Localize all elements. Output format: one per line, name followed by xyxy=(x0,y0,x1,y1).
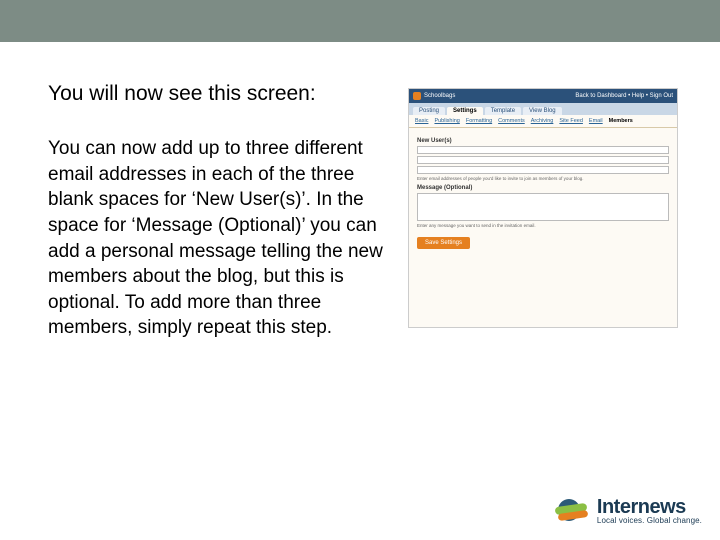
screenshot-form: New User(s) Enter email addresses of peo… xyxy=(409,128,677,255)
subtab-members: Members xyxy=(609,118,633,124)
screenshot-top-links: Back to Dashboard • Help • Sign Out xyxy=(575,93,673,99)
screenshot-brand: Schoolbags xyxy=(424,93,455,99)
tab-settings: Settings xyxy=(447,107,483,115)
input-user-2 xyxy=(417,156,669,164)
internews-mark-icon xyxy=(555,496,591,526)
save-settings-button: Save Settings xyxy=(417,237,470,249)
tab-template: Template xyxy=(485,107,521,115)
tab-posting: Posting xyxy=(413,107,445,115)
hint-new-users: Enter email addresses of people you'd li… xyxy=(417,176,669,181)
footer-logo-text: Internews Local voices. Global change. xyxy=(597,497,702,525)
screenshot-header: Schoolbags Back to Dashboard • Help • Si… xyxy=(409,89,677,103)
label-new-users: New User(s) xyxy=(417,138,669,144)
slide-heading: You will now see this screen: xyxy=(48,82,388,106)
footer-tagline: Local voices. Global change. xyxy=(597,517,702,525)
hint-message: Enter any message you want to send in th… xyxy=(417,223,669,228)
textarea-message xyxy=(417,193,669,221)
subtab-basic: Basic xyxy=(415,118,428,124)
footer-brand-name: Internews xyxy=(597,497,702,517)
screenshot-primary-tabs: Posting Settings Template View Blog xyxy=(409,103,677,115)
header-bar xyxy=(0,0,720,42)
subtab-site-feed: Site Feed xyxy=(559,118,583,124)
screenshot-secondary-tabs: Basic Publishing Formatting Comments Arc… xyxy=(409,115,677,128)
subtab-publishing: Publishing xyxy=(434,118,459,124)
footer-logo: Internews Local voices. Global change. xyxy=(555,496,702,526)
subtab-archiving: Archiving xyxy=(531,118,554,124)
text-column: You will now see this screen: You can no… xyxy=(48,82,388,341)
subtab-email: Email xyxy=(589,118,603,124)
slide-content: You will now see this screen: You can no… xyxy=(0,42,720,341)
blogger-logo-icon xyxy=(413,92,421,100)
screenshot-column: Schoolbags Back to Dashboard • Help • Si… xyxy=(408,82,688,341)
slide-body: You can now add up to three different em… xyxy=(48,136,388,341)
label-message: Message (Optional) xyxy=(417,185,669,191)
input-user-1 xyxy=(417,146,669,154)
tab-view-blog: View Blog xyxy=(523,107,562,115)
subtab-formatting: Formatting xyxy=(466,118,492,124)
embedded-screenshot: Schoolbags Back to Dashboard • Help • Si… xyxy=(408,88,678,328)
input-user-3 xyxy=(417,166,669,174)
subtab-comments: Comments xyxy=(498,118,525,124)
